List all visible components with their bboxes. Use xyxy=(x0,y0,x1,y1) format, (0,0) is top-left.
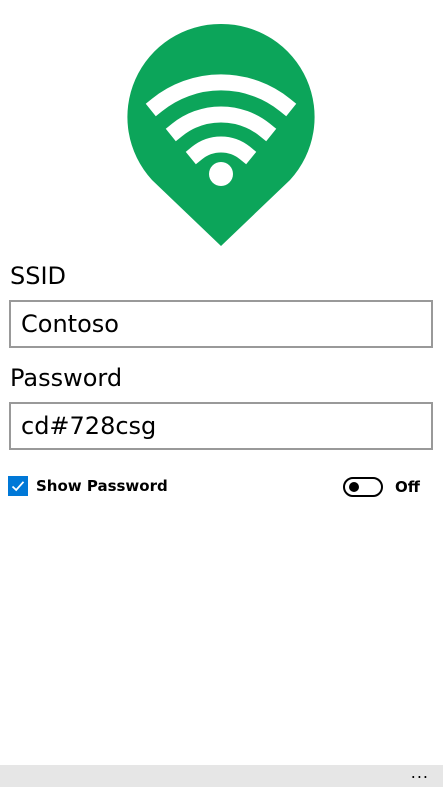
password-input[interactable] xyxy=(9,402,433,450)
ssid-label: SSID xyxy=(10,262,67,290)
wifi-location-pin-icon xyxy=(127,23,315,246)
toggle-knob xyxy=(349,482,359,492)
password-label: Password xyxy=(10,364,123,392)
toggle-switch[interactable]: Off xyxy=(343,477,420,497)
toggle-track[interactable] xyxy=(343,477,383,497)
more-button[interactable]: ... xyxy=(411,765,429,787)
show-password-label: Show Password xyxy=(36,477,168,495)
app-bar: ... xyxy=(0,765,443,787)
toggle-state-label: Off xyxy=(395,478,420,496)
ssid-input[interactable] xyxy=(9,300,433,348)
checkmark-icon[interactable] xyxy=(8,476,28,496)
show-password-checkbox[interactable]: Show Password xyxy=(8,475,168,497)
